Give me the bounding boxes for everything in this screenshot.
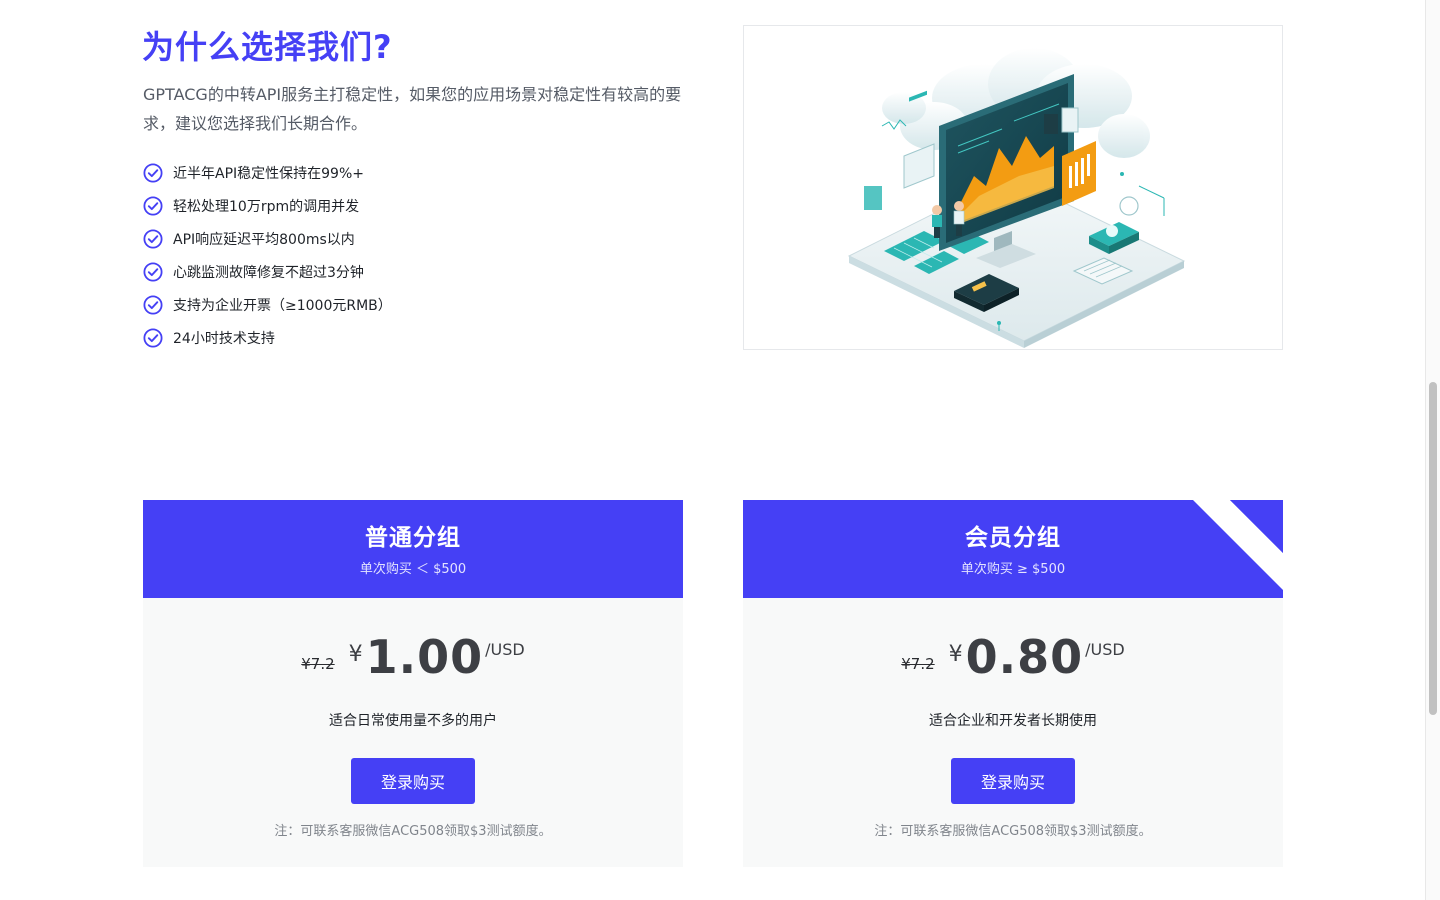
feature-item: 24小时技术支持	[143, 321, 392, 354]
pricing-card-header: 会员分组 单次购买 ≥ $500 HOT	[743, 500, 1283, 598]
price-unit: /USD	[485, 640, 525, 659]
price-row: ¥7.2 ¥ 0.80 /USD	[743, 630, 1283, 684]
feature-item: 心跳监测故障修复不超过3分钟	[143, 255, 392, 288]
price-row: ¥7.2 ¥ 1.00 /USD	[143, 630, 683, 684]
login-buy-button[interactable]: 登录购买	[951, 758, 1075, 804]
pricing-card-header: 普通分组 单次购买 ＜ $500	[143, 500, 683, 598]
scrollbar-thumb[interactable]	[1429, 382, 1437, 715]
pricing-card-member: 会员分组 单次购买 ≥ $500 HOT ¥7.2 ¥ 0.80 /USD 适合…	[743, 500, 1283, 867]
feature-item: API响应延迟平均800ms以内	[143, 222, 392, 255]
price-unit: /USD	[1085, 640, 1125, 659]
check-circle-icon	[143, 195, 163, 216]
check-circle-icon	[143, 261, 163, 282]
check-circle-icon	[143, 327, 163, 348]
feature-text: 支持为企业开票（≥1000元RMB）	[173, 297, 392, 314]
feature-text: 轻松处理10万rpm的调用并发	[173, 198, 360, 215]
original-price: ¥7.2	[901, 655, 935, 673]
price-value: 0.80	[965, 630, 1084, 684]
feature-text: 心跳监测故障修复不超过3分钟	[173, 264, 364, 281]
isometric-dashboard-illustration	[847, 48, 1186, 348]
hot-ribbon-icon: HOT	[1193, 500, 1283, 590]
currency-symbol: ¥	[348, 642, 363, 667]
plan-description: 适合日常使用量不多的用户	[329, 713, 497, 729]
login-buy-button[interactable]: 登录购买	[351, 758, 475, 804]
original-price: ¥7.2	[301, 655, 335, 673]
check-circle-icon	[143, 162, 163, 183]
feature-text: 24小时技术支持	[173, 330, 275, 347]
plan-condition: 单次购买 ＜ $500	[359, 562, 467, 577]
plan-description: 适合企业和开发者长期使用	[929, 713, 1097, 729]
why-title: 为什么选择我们?	[142, 28, 393, 66]
feature-text: 近半年API稳定性保持在99%+	[173, 165, 364, 182]
price-value: 1.00	[365, 630, 484, 684]
feature-list: 近半年API稳定性保持在99%+ 轻松处理10万rpm的调用并发 API响应延迟…	[143, 156, 392, 354]
feature-item: 轻松处理10万rpm的调用并发	[143, 189, 392, 222]
page: 为什么选择我们? GPTACG的中转API服务主打稳定性，如果您的应用场景对稳定…	[0, 0, 1440, 900]
plan-note: 注：可联系客服微信ACG508领取$3测试额度。	[874, 824, 1152, 839]
vertical-scrollbar[interactable]	[1425, 0, 1440, 900]
feature-item: 支持为企业开票（≥1000元RMB）	[143, 288, 392, 321]
feature-text: API响应延迟平均800ms以内	[173, 231, 355, 248]
feature-item: 近半年API稳定性保持在99%+	[143, 156, 392, 189]
check-circle-icon	[143, 294, 163, 315]
currency-symbol: ¥	[948, 642, 963, 667]
plan-note: 注：可联系客服微信ACG508领取$3测试额度。	[274, 824, 552, 839]
pricing-card-standard: 普通分组 单次购买 ＜ $500 ¥7.2 ¥ 1.00 /USD 适合日常使用…	[143, 500, 683, 867]
plan-name: 普通分组	[365, 525, 461, 551]
why-description: GPTACG的中转API服务主打稳定性，如果您的应用场景对稳定性有较高的要求，建…	[143, 85, 682, 133]
check-circle-icon	[143, 228, 163, 249]
data-dashboard-illustration	[743, 25, 1283, 350]
